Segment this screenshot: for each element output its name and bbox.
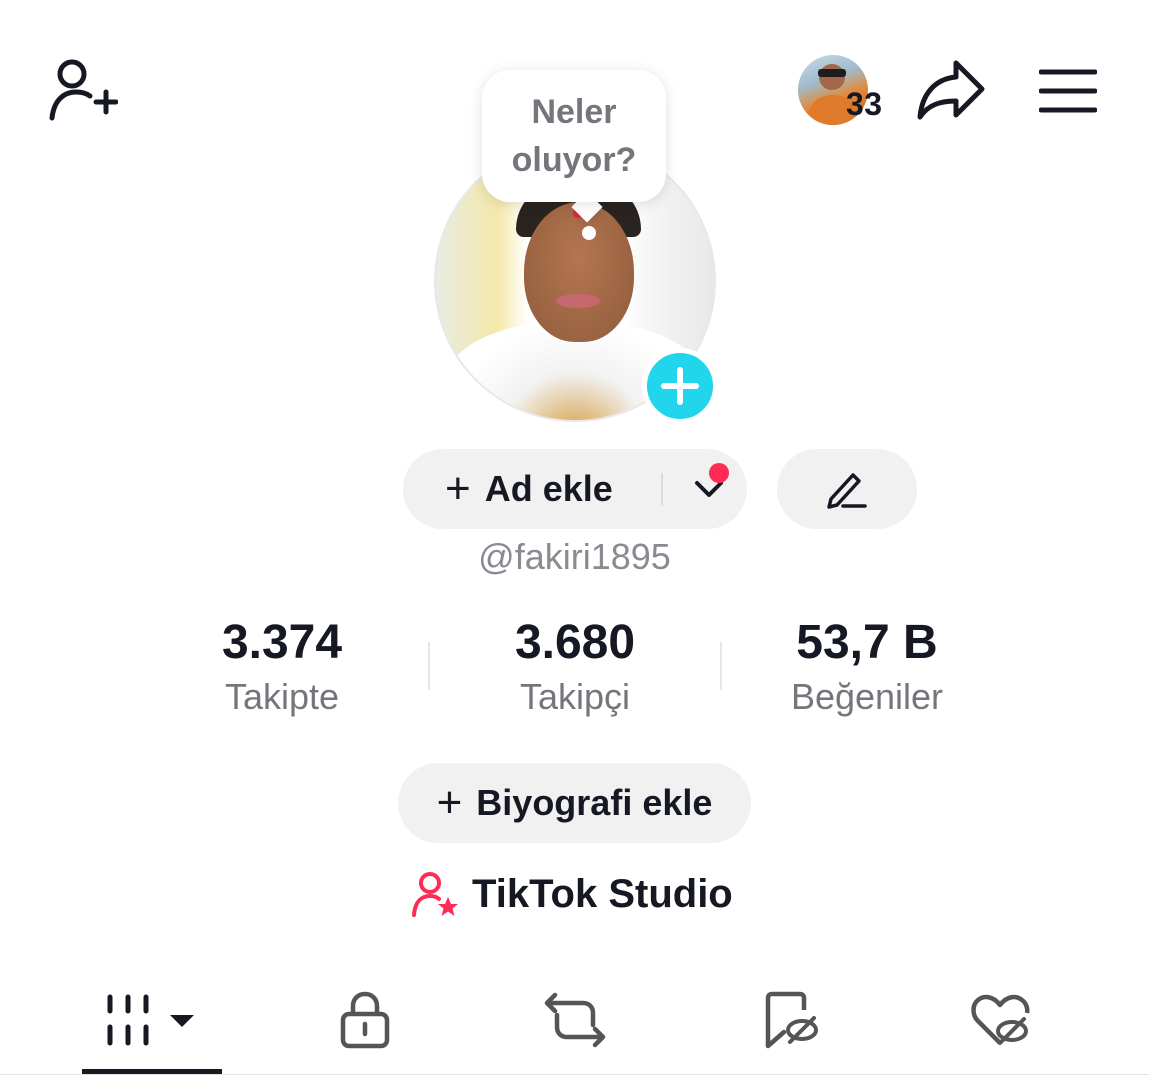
avatar-face xyxy=(524,202,634,342)
person-plus-icon xyxy=(49,59,118,121)
content-tabs xyxy=(0,975,1149,1080)
stat-followers[interactable]: 3.680 Takipçi xyxy=(445,612,705,720)
plus-icon xyxy=(661,367,699,405)
edit-profile-button[interactable] xyxy=(777,449,917,529)
username: @fakiri1895 xyxy=(478,536,671,577)
tab-private[interactable] xyxy=(320,975,410,1065)
add-name-button[interactable]: + Ad ekle xyxy=(403,449,613,529)
saved-hidden-icon xyxy=(765,991,818,1049)
stat-likes[interactable]: 53,7 B Beğeniler xyxy=(737,612,997,720)
stat-value: 53,7 B xyxy=(796,616,938,669)
tiktok-studio-label: TikTok Studio xyxy=(472,871,733,916)
add-photo-button[interactable] xyxy=(642,348,718,424)
video-grid-icon xyxy=(107,994,194,1046)
lock-icon xyxy=(340,991,390,1049)
divider xyxy=(661,473,663,505)
stat-value: 3.374 xyxy=(221,616,343,669)
stat-divider xyxy=(720,642,722,690)
stat-label: Takipte xyxy=(224,676,340,717)
plus-icon: + xyxy=(436,778,463,827)
add-friend-button[interactable] xyxy=(40,52,124,128)
menu-button[interactable] xyxy=(1030,56,1106,126)
bubble-anchor-dot xyxy=(582,226,596,240)
stat-following[interactable]: 3.374 Takipte xyxy=(152,612,412,720)
tiktok-studio-link[interactable]: TikTok Studio xyxy=(410,868,733,920)
hamburger-menu-icon xyxy=(1039,69,1097,113)
profile-page: 33 Neler oluyor? + Ad ekle @fakiri1895 3… xyxy=(0,0,1149,1080)
repost-icon xyxy=(544,992,606,1048)
stat-value: 3.680 xyxy=(514,616,636,669)
add-bio-label: Biyografi ekle xyxy=(476,782,713,823)
pencil-icon xyxy=(827,473,867,509)
tab-liked[interactable] xyxy=(955,975,1045,1065)
status-bubble[interactable]: Neler oluyor? xyxy=(482,70,666,202)
add-bio-button[interactable]: + Biyografi ekle xyxy=(398,763,751,843)
share-arrow-icon xyxy=(917,60,985,120)
tab-saved[interactable] xyxy=(745,975,835,1065)
stat-divider xyxy=(428,642,430,690)
plus-icon: + xyxy=(445,464,471,513)
share-button[interactable] xyxy=(906,52,996,128)
liked-hidden-icon xyxy=(971,994,1030,1045)
stat-label: Takipçi xyxy=(519,676,631,717)
friends-count[interactable]: 33 xyxy=(846,86,883,123)
stat-label: Beğeniler xyxy=(790,676,944,717)
creator-star-icon xyxy=(412,872,458,917)
tab-reposts[interactable] xyxy=(530,975,620,1065)
status-bubble-text: Neler oluyor? xyxy=(511,93,637,179)
tabs-divider xyxy=(0,1074,1149,1075)
notification-dot xyxy=(709,463,729,483)
tab-videos[interactable] xyxy=(82,975,222,1065)
add-name-label: Ad ekle xyxy=(484,468,613,509)
avatar-lips xyxy=(556,294,600,308)
add-name-pill: + Ad ekle xyxy=(403,449,747,529)
